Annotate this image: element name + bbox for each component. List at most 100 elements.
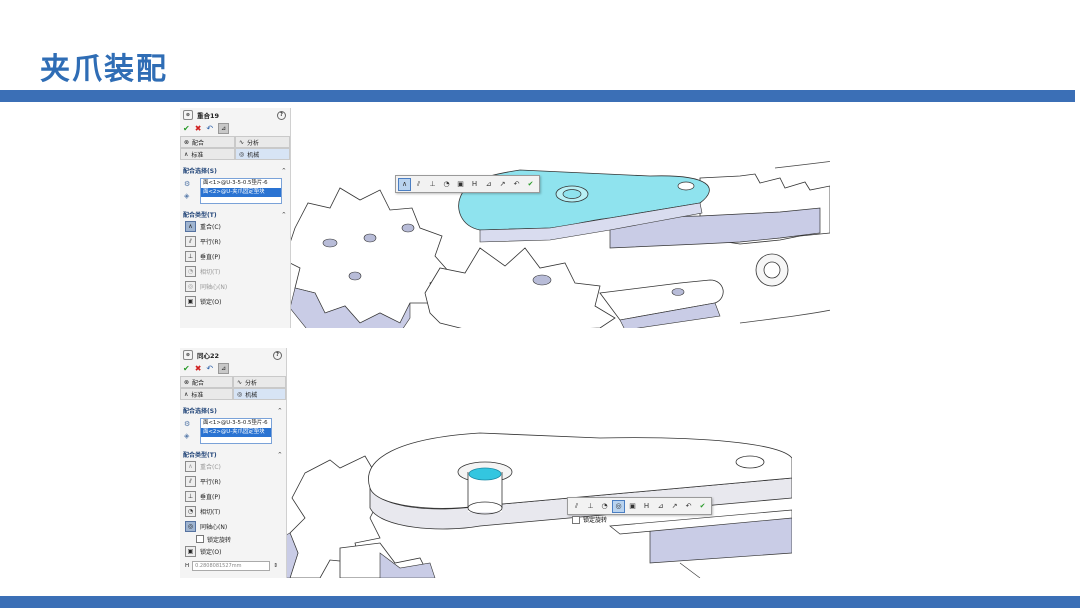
mate-selections-list[interactable]: 面<1>@U-3-5-0.5垫片-6 面<2>@U-夹爪固定垫块 xyxy=(200,418,272,444)
mate-selections-header[interactable]: 配合选择(S) xyxy=(180,166,290,175)
tangent-icon[interactable]: ◔ xyxy=(440,178,453,191)
mate-type-concentric[interactable]: ◎ 同轴心(N) xyxy=(180,519,286,534)
mate-popup-toolbar: ⫽ ⊥ ◔ ◎ ▣ H ⊿ ↗ ↶ ✔ xyxy=(567,497,712,515)
spinner-icon[interactable]: ⇕ xyxy=(273,563,278,569)
mate-icon: ⊗ xyxy=(183,110,193,120)
selection-filter-icon: ◈ xyxy=(184,432,190,440)
mate-type-perpendicular[interactable]: ⊥ 垂直(P) xyxy=(180,249,290,264)
tab-mates[interactable]: ⊗ 配合 xyxy=(180,376,233,388)
pm-tabs: ⊗ 配合 ∿ 分析 ∧ 标准 ◎ 机械 xyxy=(180,376,286,400)
selection-item[interactable]: 面<1>@U-3-5-0.5垫片-6 xyxy=(201,179,281,188)
tab-mechanical[interactable]: ◎ 机械 xyxy=(233,388,286,400)
confirm-icon[interactable]: ✔ xyxy=(524,178,537,191)
mate-type-lock[interactable]: ▣ 锁定(O) xyxy=(180,294,290,309)
parallel-icon: ⫽ xyxy=(185,236,196,247)
toolbar-lock-rotation[interactable]: 锁定旋转 xyxy=(572,515,607,524)
lock-icon[interactable]: ▣ xyxy=(626,500,639,513)
lock-rotation-option[interactable]: 锁定旋转 xyxy=(180,534,286,544)
help-icon[interactable]: ? xyxy=(277,110,286,120)
mate-types-header[interactable]: 配合类型(T) xyxy=(180,210,290,219)
undo-icon[interactable]: ↶ xyxy=(682,500,695,513)
perpendicular-icon[interactable]: ⊥ xyxy=(426,178,439,191)
pin-icon[interactable]: ⊿ xyxy=(218,362,230,374)
bracket-outline-2 xyxy=(739,309,830,324)
mate-type-tangent[interactable]: ◔ 相切(T) xyxy=(180,504,286,519)
coincident-icon: ∧ xyxy=(185,461,196,472)
mate-type-perpendicular[interactable]: ⊥ 垂直(P) xyxy=(180,489,286,504)
selection-area: ⚙ ◈ 面<1>@U-3-5-0.5垫片-6 面<2>@U-夹爪固定垫块 xyxy=(180,178,290,204)
mate-type-coincident[interactable]: ∧ 重合(C) xyxy=(180,459,286,474)
pm-header: ⊗ 同心22 ? xyxy=(180,348,286,362)
gear-center xyxy=(424,247,616,328)
distance-icon[interactable]: H xyxy=(468,178,481,191)
mate-popup-toolbar: ∧ ⫽ ⊥ ◔ ▣ H ⊿ ↗ ↶ ✔ xyxy=(395,175,540,193)
undo-icon[interactable]: ↶ xyxy=(206,124,213,133)
lock-rotation-checkbox[interactable] xyxy=(196,535,204,543)
ok-icon[interactable]: ✔ xyxy=(183,364,190,373)
mechanical-tab-icon: ◎ xyxy=(239,150,245,158)
tab-standard[interactable]: ∧ 标准 xyxy=(180,388,233,400)
selection-item[interactable]: 面<1>@U-3-5-0.5垫片-6 xyxy=(201,419,271,428)
standard-tab-icon: ∧ xyxy=(184,150,189,158)
lock-rotation-checkbox[interactable] xyxy=(572,515,580,524)
mate-type-parallel[interactable]: ⫽ 平行(R) xyxy=(180,234,290,249)
undo-icon[interactable]: ↶ xyxy=(206,364,213,373)
tab-mechanical[interactable]: ◎ 机械 xyxy=(235,148,290,160)
mate-selections-list[interactable]: 面<1>@U-3-5-0.5垫片-6 面<2>@U-夹爪固定垫块 xyxy=(200,178,282,204)
selection-filter-icon: ◈ xyxy=(184,192,190,200)
concentric-icon: ◎ xyxy=(185,521,196,532)
pin-icon[interactable]: ⊿ xyxy=(218,122,230,134)
mate-type-parallel[interactable]: ⫽ 平行(R) xyxy=(180,474,286,489)
cancel-icon[interactable]: ✖ xyxy=(195,364,202,373)
pm-header: ⊗ 重合19 ? xyxy=(180,108,290,122)
tangent-icon: ◔ xyxy=(185,506,196,517)
distance-field[interactable]: 0.2808081527mm xyxy=(192,561,271,571)
mate-selections-header[interactable]: 配合选择(S) xyxy=(180,406,286,415)
mate-type-lock[interactable]: ▣ 锁定(O) xyxy=(180,544,286,559)
perpendicular-icon: ⊥ xyxy=(185,251,196,262)
selection-item[interactable]: 面<2>@U-夹爪固定垫块 xyxy=(201,188,281,197)
selection-item[interactable]: 面<2>@U-夹爪固定垫块 xyxy=(201,428,271,437)
selection-list-icon: ⚙ xyxy=(184,180,191,188)
mate-type-coincident[interactable]: ∧ 重合(C) xyxy=(180,219,290,234)
page-title: 夹爪装配 xyxy=(40,52,168,87)
tab-analysis[interactable]: ∿ 分析 xyxy=(233,376,286,388)
bracket-outline xyxy=(774,161,830,169)
lock-icon[interactable]: ▣ xyxy=(454,178,467,191)
undo-icon[interactable]: ↶ xyxy=(510,178,523,191)
perpendicular-icon[interactable]: ⊥ xyxy=(584,500,597,513)
tangent-icon[interactable]: ◔ xyxy=(598,500,611,513)
cancel-icon[interactable]: ✖ xyxy=(195,124,202,133)
tab-standard[interactable]: ∧ 标准 xyxy=(180,148,235,160)
arm-hole-right xyxy=(735,455,765,469)
washer-inner xyxy=(562,189,582,199)
ok-icon[interactable]: ✔ xyxy=(183,124,190,133)
flip-alignment-icon[interactable]: ↗ xyxy=(668,500,681,513)
parallel-icon[interactable]: ⫽ xyxy=(412,178,425,191)
standard-tab-icon: ∧ xyxy=(184,390,189,398)
gear-center-hole xyxy=(532,274,552,286)
help-icon[interactable]: ? xyxy=(273,350,282,360)
angle-icon[interactable]: ⊿ xyxy=(654,500,667,513)
flip-alignment-icon[interactable]: ↗ xyxy=(496,178,509,191)
gear-left-hole xyxy=(401,223,415,233)
parallel-icon[interactable]: ⫽ xyxy=(570,500,583,513)
tab-analysis[interactable]: ∿ 分析 xyxy=(235,136,290,148)
confirm-icon[interactable]: ✔ xyxy=(696,500,709,513)
mate-type-concentric[interactable]: ◎ 同轴心(N) xyxy=(180,279,290,294)
gear-left-hole xyxy=(348,271,362,281)
distance-row: H 0.2808081527mm ⇕ xyxy=(185,561,278,571)
mate-tab-icon: ⊗ xyxy=(184,138,190,146)
title-divider-bar xyxy=(0,90,1075,102)
angle-icon[interactable]: ⊿ xyxy=(482,178,495,191)
mate-types-header[interactable]: 配合类型(T) xyxy=(180,450,286,459)
mate-type-tangent[interactable]: ◔ 相切(T) xyxy=(180,264,290,279)
coincident-icon[interactable]: ∧ xyxy=(398,177,411,191)
concentric-icon[interactable]: ◎ xyxy=(612,499,625,513)
concentric-icon: ◎ xyxy=(185,281,196,292)
mate-tab-icon: ⊗ xyxy=(184,378,190,386)
guide-line xyxy=(679,562,701,578)
mate-icon: ⊗ xyxy=(183,350,193,360)
tab-mates[interactable]: ⊗ 配合 xyxy=(180,136,235,148)
distance-icon[interactable]: H xyxy=(640,500,653,513)
